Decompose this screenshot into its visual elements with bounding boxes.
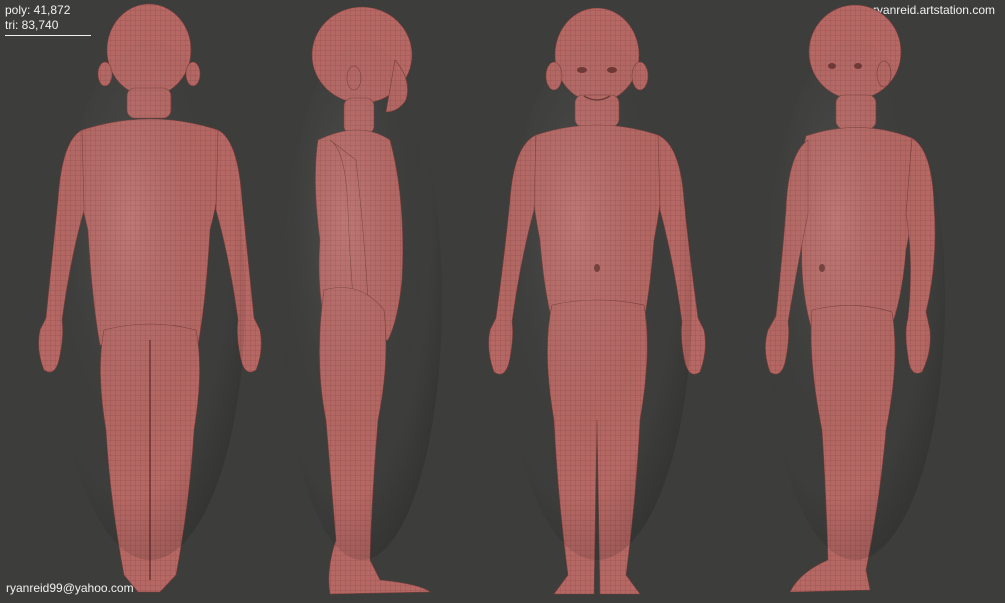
side-view-figure [282,6,442,595]
front-view-figure [488,7,706,595]
three-quarter-view-figure [765,4,945,593]
model-viewport [38,3,945,595]
back-view-figure [38,3,262,593]
